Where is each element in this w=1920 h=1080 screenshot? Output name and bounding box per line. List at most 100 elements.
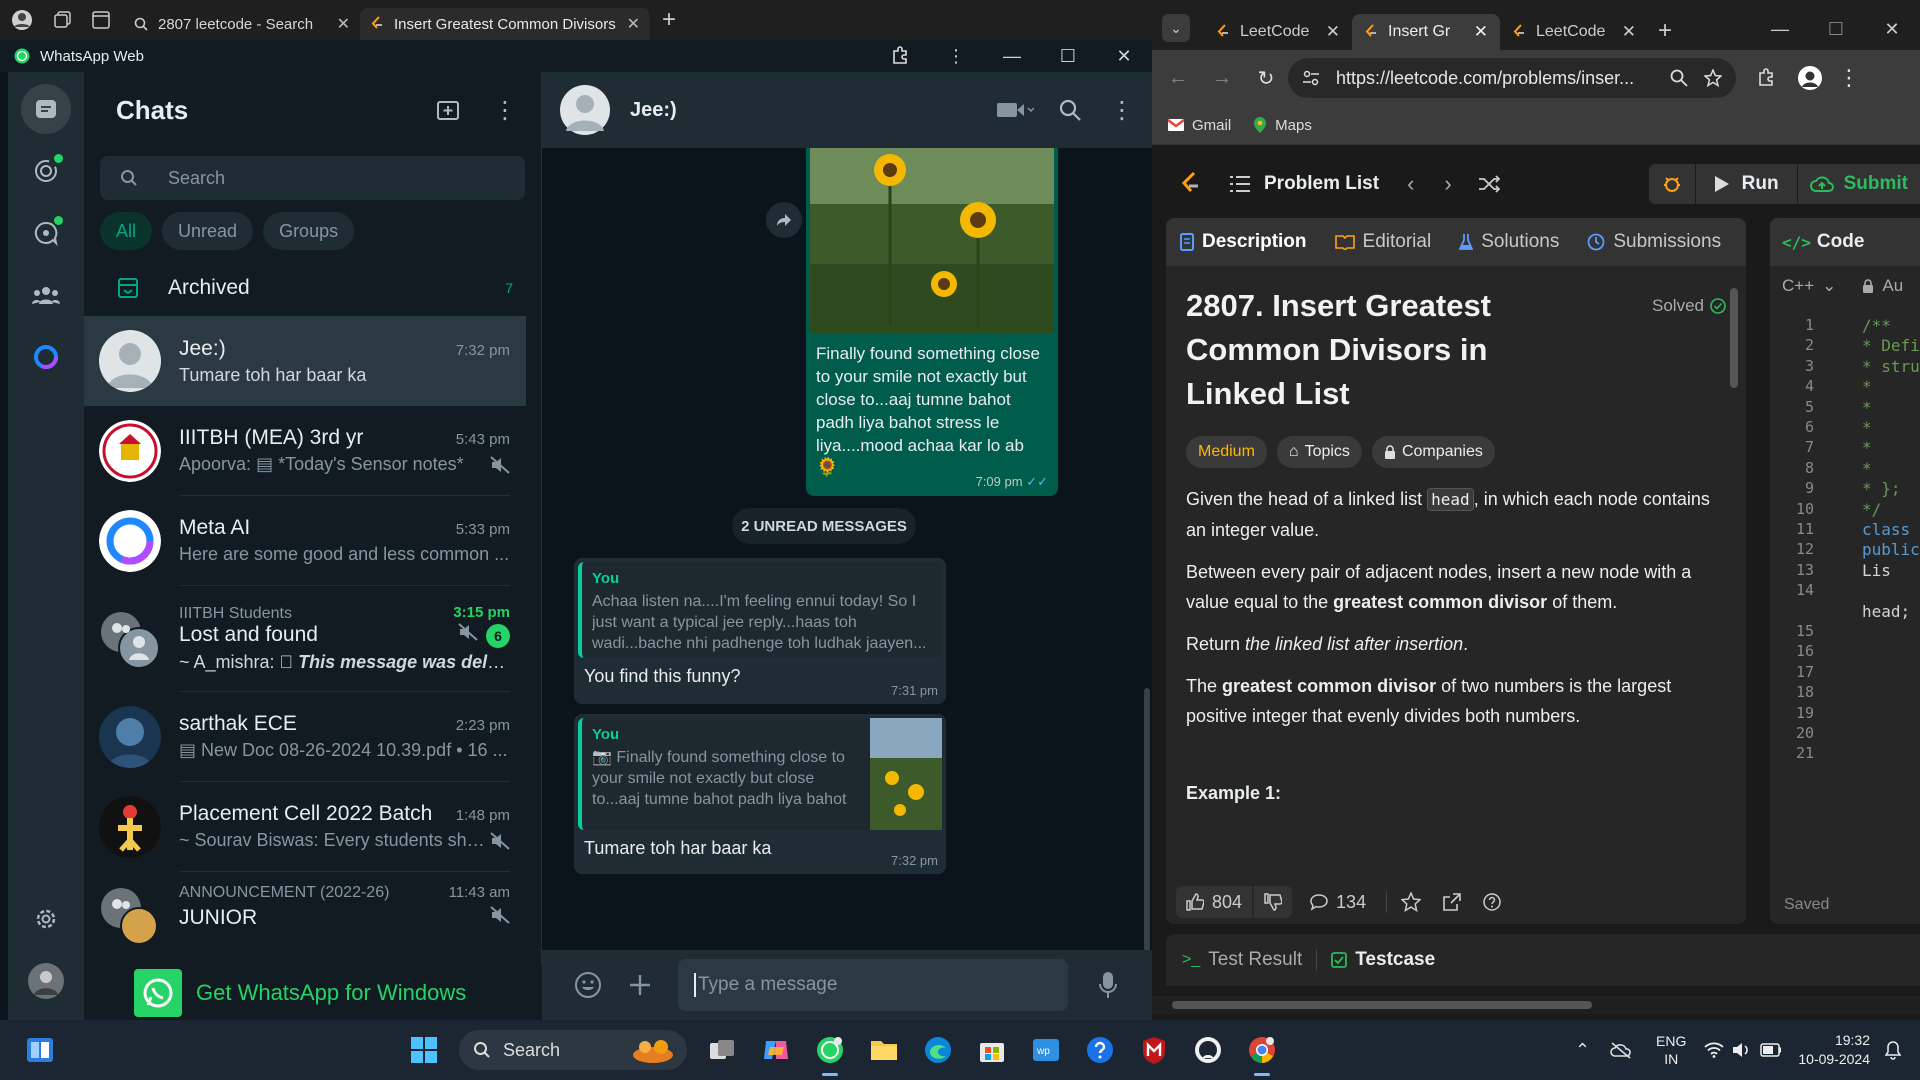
dislike-button[interactable]: [1254, 886, 1293, 918]
attach-plus-icon[interactable]: [628, 973, 652, 997]
zoom-icon[interactable]: [1670, 69, 1688, 87]
minimize-button[interactable]: —: [1752, 19, 1808, 40]
comments-button[interactable]: 134: [1310, 892, 1366, 913]
maximize-button[interactable]: ☐: [1040, 40, 1096, 72]
back-button[interactable]: ←: [1156, 67, 1200, 90]
conversation-header[interactable]: Jee:) ⋮: [542, 72, 1152, 148]
profile-avatar[interactable]: [21, 956, 71, 1006]
extensions-icon[interactable]: [1756, 68, 1776, 88]
bookmark-gmail[interactable]: Gmail: [1168, 117, 1231, 134]
bookmark-maps[interactable]: Maps: [1253, 117, 1312, 134]
chats-nav-icon[interactable]: [21, 84, 71, 134]
volume-icon[interactable]: [1732, 1042, 1752, 1058]
edge-icon[interactable]: [912, 1024, 964, 1076]
chat-item-meta-ai[interactable]: Meta AI 5:33 pm Here are some good and le…: [84, 496, 526, 586]
leetcode-logo-icon[interactable]: [1180, 171, 1202, 197]
meta-ai-nav-icon[interactable]: [21, 332, 71, 382]
bookmark-star-icon[interactable]: [1704, 69, 1722, 87]
close-icon[interactable]: ✕: [1622, 22, 1636, 42]
chat-item-sarthak[interactable]: sarthak ECE 2:23 pm ▤ New Doc 08-26-2024 …: [84, 692, 526, 782]
tab-insert-gcd[interactable]: Insert Greatest Common Divisors ✕: [360, 8, 650, 40]
shuffle-icon[interactable]: [1478, 175, 1500, 193]
favorite-star-icon[interactable]: [1401, 892, 1422, 912]
start-icon[interactable]: [398, 1024, 450, 1076]
horizontal-scrollbar[interactable]: [1152, 996, 1920, 1014]
share-icon[interactable]: [1443, 893, 1461, 911]
reload-button[interactable]: ↻: [1244, 66, 1288, 91]
close-icon[interactable]: ✕: [1326, 22, 1340, 42]
prev-problem-button[interactable]: ‹: [1407, 171, 1414, 197]
tab-leetcode-search[interactable]: 2807 leetcode - Search ✕: [124, 8, 360, 40]
emoji-icon[interactable]: [574, 971, 602, 999]
get-whatsapp-banner[interactable]: Get WhatsApp for Windows: [84, 966, 542, 1020]
whatsapp-taskbar-icon[interactable]: [804, 1024, 856, 1076]
quoted-message[interactable]: You 📷 Finally found something close to y…: [578, 718, 942, 830]
forward-icon[interactable]: [766, 202, 802, 238]
chrome-icon[interactable]: [1236, 1024, 1288, 1076]
contact-avatar[interactable]: [560, 85, 610, 135]
mcafee-wpb-icon[interactable]: wp: [1020, 1024, 1072, 1076]
chat-item-junior[interactable]: ANNOUNCEMENT (2022-26) 11:43 am JUNIOR: [84, 872, 526, 946]
problem-title[interactable]: 2807. Insert Greatest Common Divisors in…: [1186, 284, 1566, 416]
github-icon[interactable]: [1182, 1024, 1234, 1076]
get-help-icon[interactable]: [1074, 1024, 1126, 1076]
search-icon[interactable]: [1058, 98, 1082, 122]
quoted-message[interactable]: You Achaa listen na....I'm feeling ennui…: [578, 562, 942, 658]
chat-item-iiitbh-mea[interactable]: IIITBH (MEA) 3rd yr 5:43 pm Apoorva: ▤ *T…: [84, 406, 526, 496]
tab-leetcode-1[interactable]: LeetCode ✕: [1204, 14, 1352, 50]
tab-leetcode-3[interactable]: LeetCode ✕: [1500, 14, 1648, 50]
message-incoming-reply[interactable]: You 📷 Finally found something close to y…: [574, 714, 946, 874]
task-view-icon[interactable]: [696, 1024, 748, 1076]
topics-chip[interactable]: ⌂ Topics: [1276, 436, 1362, 468]
show-hidden-icons-chevron[interactable]: ⌃: [1575, 1040, 1590, 1061]
url-bar[interactable]: https://leetcode.com/problems/inser...: [1288, 58, 1736, 98]
next-problem-button[interactable]: ›: [1444, 171, 1451, 197]
profile-avatar[interactable]: [1798, 66, 1822, 90]
wifi-icon[interactable]: [1704, 1042, 1724, 1058]
chat-item-jee[interactable]: Jee:) 7:32 pm Tumare toh har baar ka: [84, 316, 526, 406]
filter-unread[interactable]: Unread: [162, 212, 254, 250]
workspaces-icon[interactable]: [44, 0, 82, 40]
profile-icon[interactable]: [0, 0, 44, 40]
help-icon[interactable]: [1483, 893, 1501, 911]
mcafee-icon[interactable]: [1128, 1024, 1180, 1076]
archived-row[interactable]: Archived 7: [84, 260, 541, 316]
run-button[interactable]: Run: [1696, 173, 1797, 195]
file-explorer-icon[interactable]: [858, 1024, 910, 1076]
close-icon[interactable]: ✕: [627, 14, 640, 34]
tab-description[interactable]: Description: [1180, 231, 1307, 253]
menu-icon[interactable]: ⋮: [1110, 96, 1134, 125]
microsoft-store-icon[interactable]: [966, 1024, 1018, 1076]
tab-test-result[interactable]: >_ Test Result: [1182, 949, 1302, 971]
description-scrollbar[interactable]: [1730, 278, 1740, 874]
forward-button[interactable]: →: [1200, 67, 1244, 90]
message-outgoing-image[interactable]: Finally found something close to your sm…: [806, 148, 1058, 496]
close-icon[interactable]: ✕: [1474, 22, 1488, 42]
filter-all[interactable]: All: [100, 212, 153, 250]
submit-button[interactable]: Submit: [1798, 173, 1920, 195]
video-call-icon[interactable]: [996, 99, 1034, 121]
tab-submissions[interactable]: Submissions: [1587, 231, 1721, 253]
browser-menu-icon[interactable]: ⋮: [1838, 65, 1860, 91]
tab-insert-gcd-active[interactable]: Insert Gr ✕: [1352, 14, 1500, 50]
close-icon[interactable]: ✕: [337, 14, 350, 34]
filter-groups[interactable]: Groups: [263, 212, 355, 250]
battery-icon[interactable]: [1760, 1043, 1782, 1057]
message-input[interactable]: Type a message: [678, 959, 1068, 1011]
tab-editorial[interactable]: Editorial: [1334, 231, 1431, 253]
maximize-button[interactable]: ☐: [1808, 19, 1864, 40]
microphone-icon[interactable]: [1098, 971, 1118, 999]
companies-chip[interactable]: Companies: [1371, 436, 1495, 468]
widgets-icon[interactable]: [14, 1024, 66, 1076]
copilot-icon[interactable]: [750, 1024, 802, 1076]
tab-search-icon[interactable]: ⌄: [1162, 14, 1190, 42]
chat-item-lost-and-found[interactable]: IIITBH Students Lost and found 6 ~ A_mis…: [84, 586, 526, 692]
channels-nav-icon[interactable]: [21, 208, 71, 258]
tab-solutions[interactable]: Solutions: [1459, 231, 1559, 253]
vertical-tabs-icon[interactable]: [82, 0, 120, 40]
message-incoming-reply[interactable]: You Achaa listen na....I'm feeling ennui…: [574, 558, 946, 704]
new-tab-button[interactable]: +: [1658, 17, 1672, 45]
extensions-icon[interactable]: [872, 40, 928, 72]
chat-item-placement-cell[interactable]: Placement Cell 2022 Batch 1:48 pm ~ Soura…: [84, 782, 526, 872]
settings-icon[interactable]: [21, 894, 71, 944]
